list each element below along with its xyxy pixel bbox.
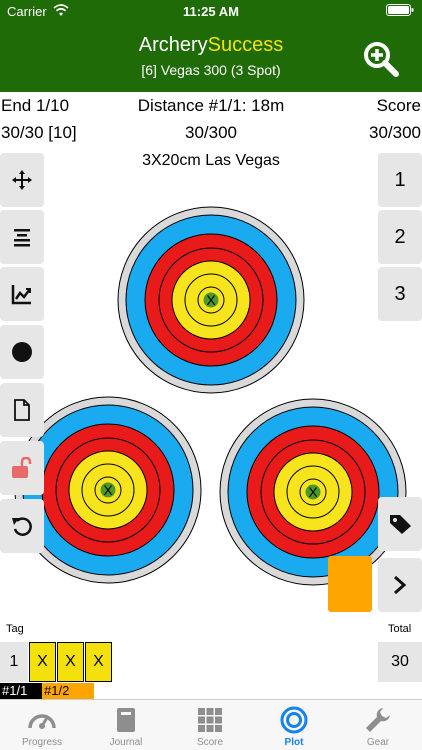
end-total: 30 — [378, 642, 422, 682]
app-title: ArcherySuccess — [0, 34, 422, 57]
app-title-part1: Archery — [138, 34, 208, 56]
status-time: 11:25 AM — [183, 4, 239, 19]
tab-label: Gear — [366, 737, 390, 748]
journal-icon — [117, 708, 135, 732]
score-label: Score — [376, 96, 421, 115]
next-end-button[interactable] — [378, 558, 422, 612]
battery-icon — [386, 4, 414, 16]
info-row-labels: End 1/10 Distance #1/1: 18m Score — [0, 94, 422, 118]
align-tool-button[interactable] — [0, 210, 44, 264]
tab-journal[interactable]: Journal — [84, 700, 168, 750]
tag-button[interactable] — [378, 497, 422, 551]
total-score: 30/300 — [369, 123, 421, 142]
dot-icon — [12, 342, 32, 362]
arrow-hit-label: X — [103, 482, 113, 498]
distance-score: 30/300 — [185, 123, 237, 142]
plot-tag[interactable]: #1/1 — [0, 683, 42, 699]
arrow-score-cell[interactable]: X — [29, 642, 56, 682]
distance-label: Distance #1/1: 18m — [137, 96, 285, 115]
header-bar: ArcherySuccess [6] Vegas 300 (3 Spot) — [0, 22, 422, 92]
arrow-dot-button[interactable] — [0, 325, 44, 379]
undo-icon — [12, 517, 32, 536]
app-title-part2: Success — [207, 34, 284, 56]
arrow-hit-label: X — [206, 292, 216, 308]
tab-label: Score — [196, 737, 224, 748]
align-icon — [14, 229, 30, 247]
tag-icon — [390, 515, 411, 534]
undo-button[interactable] — [0, 499, 44, 553]
chevron-right-icon — [394, 575, 407, 595]
status-bar: Carrier 11:25 AM — [0, 0, 422, 22]
total-label: Total — [388, 623, 412, 635]
gauge-icon — [28, 714, 56, 729]
end-index: 1 — [0, 642, 28, 682]
arrow-hit-label: X — [308, 484, 318, 500]
move-icon — [12, 170, 32, 190]
target-face-title: 3X20cm Las Vegas — [142, 152, 280, 169]
arrow-color-swatch[interactable] — [328, 556, 372, 612]
plot-tag[interactable]: #1/2 — [42, 683, 94, 699]
tab-progress[interactable]: Progress — [0, 700, 84, 750]
notes-button[interactable] — [0, 383, 44, 437]
archery-app: Carrier 11:25 AM ArcherySuccess [6] Vega… — [0, 0, 422, 750]
end-button-2[interactable]: 2 — [378, 210, 422, 264]
tag-label: Tag — [6, 623, 24, 635]
move-tool-button[interactable] — [0, 153, 44, 207]
tab-label: Plot — [284, 737, 304, 748]
tab-score[interactable]: Score — [168, 700, 252, 750]
round-subtitle: [6] Vegas 300 (3 Spot) — [141, 62, 281, 78]
wrench-icon — [366, 708, 390, 732]
arrow-score-cell[interactable]: X — [85, 642, 112, 682]
target-face-top[interactable]: X — [116, 205, 306, 395]
zoom-in-icon[interactable] — [362, 40, 400, 78]
grid-icon — [198, 708, 222, 732]
end-button-1[interactable]: 1 — [378, 153, 422, 207]
info-row-values: 30/30 [10] 30/300 30/300 — [0, 121, 422, 145]
unlock-icon — [12, 457, 32, 478]
arrow-score-cell[interactable]: X — [57, 642, 84, 682]
document-icon — [14, 399, 30, 421]
tab-label: Progress — [21, 737, 62, 748]
tab-bar: Progress Journal Score Plot Gear — [0, 699, 422, 750]
chart-tool-button[interactable] — [0, 267, 44, 321]
chart-icon — [11, 285, 31, 305]
tab-label: Journal — [109, 737, 143, 748]
end-button-3[interactable]: 3 — [378, 267, 422, 321]
lock-button[interactable] — [0, 441, 44, 495]
target-icon — [280, 706, 308, 734]
tab-plot[interactable]: Plot — [252, 700, 336, 750]
tab-gear[interactable]: Gear — [336, 700, 420, 750]
